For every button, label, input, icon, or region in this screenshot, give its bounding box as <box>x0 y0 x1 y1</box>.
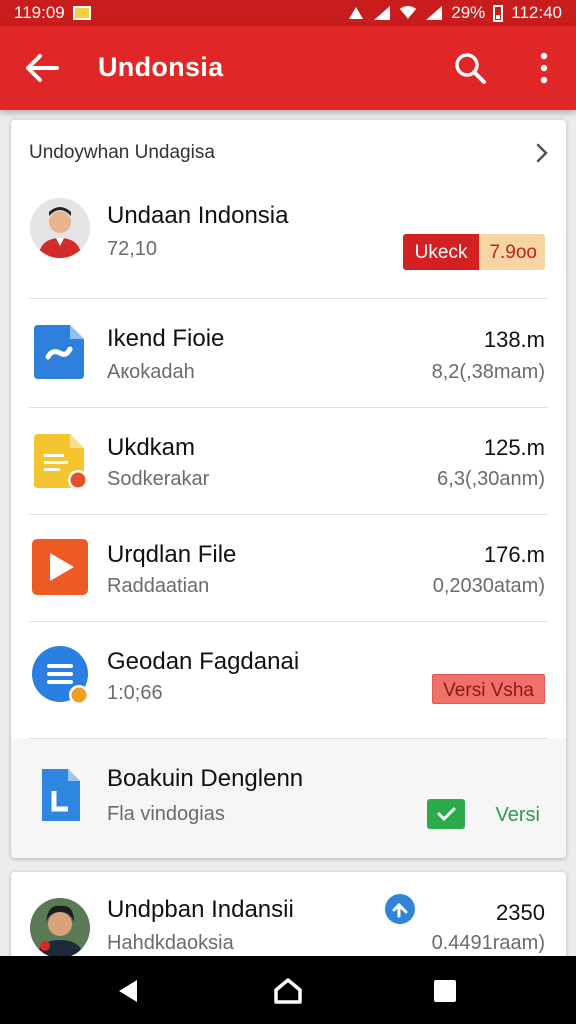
item-subtitle: Aкokadah <box>107 361 195 383</box>
list-item-file[interactable]: Boakuin Denglenn Fla vindogias Versi <box>11 739 566 858</box>
item-size: 176.m <box>483 542 545 567</box>
signal-icon <box>374 6 391 20</box>
more-vert-icon <box>540 52 548 84</box>
item-size: 125.m <box>483 435 545 460</box>
status-badge[interactable]: Ukeck 7.9oo <box>402 234 545 270</box>
item-subtitle: Hahdkdaoksia <box>107 932 234 954</box>
file-list-card: Undoywhan Undagisa Undaan Indonsia 72,10… <box>11 120 566 858</box>
card-header[interactable]: Undoywhan Undagisa <box>11 120 566 186</box>
signal-icon-2 <box>426 6 443 20</box>
notes-document-icon <box>34 434 88 490</box>
version-badge[interactable]: Versi Vsha <box>432 674 545 704</box>
verified-badge <box>385 894 415 924</box>
status-time-right: 112:40 <box>511 3 562 22</box>
status-right: 29% 112:40 <box>347 3 562 23</box>
avatar <box>30 198 90 258</box>
card-header-title: Undoywhan Undagisa <box>29 142 215 163</box>
item-name: Geodan Fagdanai <box>107 648 300 675</box>
arrow-left-icon <box>26 54 59 82</box>
search-icon <box>455 53 486 84</box>
video-file-icon <box>32 539 88 595</box>
person-avatar-icon <box>30 898 90 958</box>
list-item-user[interactable]: Undaan Indonsia 72,10 Ukeck 7.9oo <box>11 186 566 299</box>
list-item-file[interactable]: Ukdkam Sodkerakar 125.m 6,3(,30anm) <box>11 408 566 515</box>
list-item-file[interactable]: Ikend Fioie Aкokadah 138.m 8,2(,38mam) <box>11 299 566 408</box>
system-nav-bar <box>0 956 576 1024</box>
chevron-right-icon <box>536 143 548 163</box>
docs-link-icon <box>34 325 84 379</box>
item-date: 6,3(,30anm) <box>437 468 545 490</box>
item-subtitle: Raddaatian <box>107 575 210 597</box>
nav-recents-button[interactable] <box>428 974 462 1008</box>
page-title: Undonsia <box>98 52 224 82</box>
nav-back-button[interactable] <box>111 974 145 1008</box>
nav-home-icon <box>274 978 302 1004</box>
alarm-icon <box>349 7 364 19</box>
status-bar: 119:09 29% 112:40 <box>0 0 576 26</box>
nav-back-icon <box>119 980 137 1002</box>
avatar <box>30 898 90 958</box>
status-time-left: 119:09 <box>14 3 65 22</box>
item-name: Ukdkam <box>107 434 196 461</box>
version-status: Versi <box>495 804 540 826</box>
search-button[interactable] <box>450 48 490 88</box>
item-subtitle: Sodkerakar <box>107 468 210 490</box>
battery-icon <box>493 4 504 22</box>
nav-home-button[interactable] <box>271 974 305 1008</box>
docs-circle-icon <box>32 646 89 704</box>
item-name: Boakuin Denglenn <box>107 765 304 792</box>
checkbox[interactable] <box>427 799 465 829</box>
list-item-file[interactable]: Geodan Fagdanai 1:0;66 Versi Vsha <box>11 622 566 739</box>
back-button[interactable] <box>22 48 62 88</box>
document-icon <box>42 769 80 821</box>
item-date: 8,2(,38mam) <box>431 361 545 383</box>
item-name: Undpban Indansii <box>107 896 294 923</box>
verified-icon <box>392 902 408 918</box>
person-avatar-icon <box>30 198 90 258</box>
wifi-icon <box>400 6 417 19</box>
status-left: 119:09 <box>14 3 91 23</box>
nav-recents-icon <box>434 980 456 1002</box>
item-subtitle: 1:0;66 <box>107 682 163 704</box>
item-date: 0,2030atam) <box>432 575 545 597</box>
item-subtitle: 72,10 <box>107 238 158 260</box>
app-bar: Undonsia <box>0 26 576 110</box>
item-name: Ikend Fioie <box>107 325 225 352</box>
list-item-file[interactable]: Urqdlan File Raddaatian 176.m 0,2030atam… <box>11 515 566 622</box>
item-subtitle: Fla vindogias <box>107 803 225 825</box>
check-icon <box>437 807 456 822</box>
item-size: 2350 <box>496 900 545 925</box>
item-name: Undaan Indonsia <box>107 202 289 229</box>
badge-left: Ukeck <box>402 234 480 270</box>
more-options-button[interactable] <box>526 48 562 88</box>
battery-percent: 29% <box>451 3 486 22</box>
item-name: Urqdlan File <box>107 541 237 568</box>
badge-right: 7.9oo <box>479 234 545 270</box>
notification-image-icon <box>72 6 91 20</box>
item-size: 138.m <box>483 327 545 352</box>
item-date: 0.4491raam) <box>431 932 545 954</box>
